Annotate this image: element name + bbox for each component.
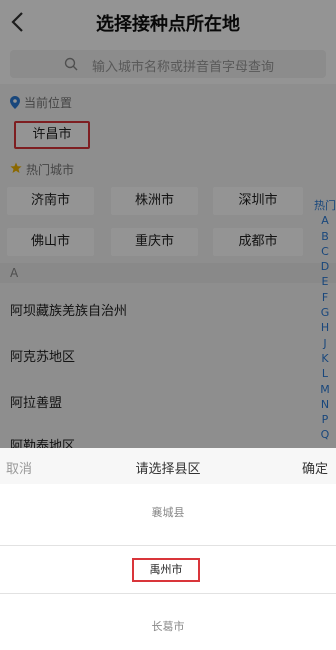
picker-toolbar: 取消 请选择县区 确定 <box>0 448 336 484</box>
modal-backdrop[interactable] <box>0 0 336 448</box>
confirm-button[interactable]: 确定 <box>302 458 328 477</box>
picker-divider <box>0 545 336 546</box>
picker-option[interactable]: 长葛市 <box>0 616 336 638</box>
district-picker-sheet: 取消 请选择县区 确定 襄城县 禹州市 长葛市 <box>0 448 336 650</box>
picker-selected-option[interactable]: 禹州市 <box>132 558 200 582</box>
picker-option[interactable]: 襄城县 <box>0 502 336 524</box>
picker-title: 请选择县区 <box>135 462 201 477</box>
picker-divider <box>0 593 336 594</box>
